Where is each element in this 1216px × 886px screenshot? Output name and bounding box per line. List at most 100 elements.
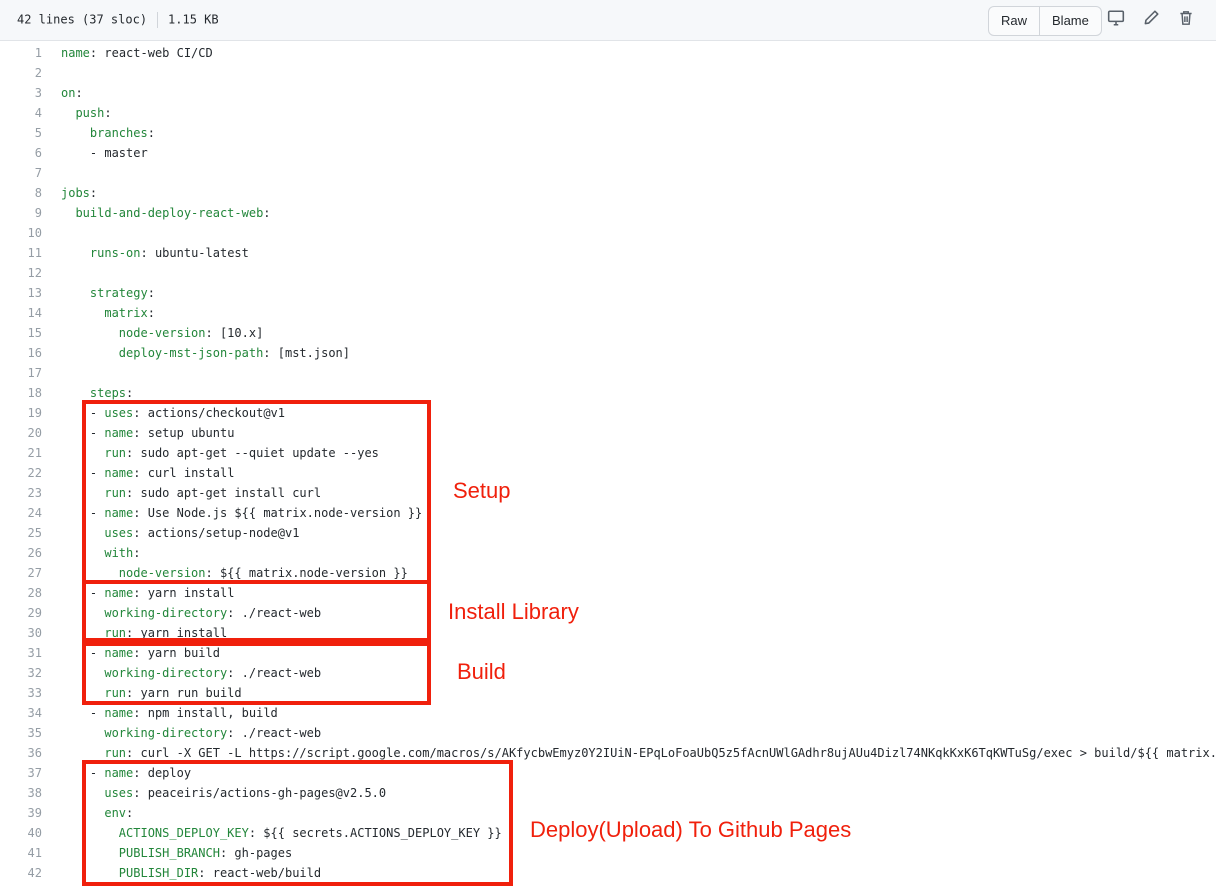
line-number[interactable]: 25 — [0, 523, 42, 543]
line-content: - name: npm install, build — [61, 703, 278, 723]
yaml-value: ./react-web — [234, 726, 322, 740]
line-number[interactable]: 6 — [0, 143, 42, 163]
raw-blame-group: Raw Blame — [988, 6, 1102, 36]
colon: : — [75, 86, 83, 100]
colon: : — [133, 706, 141, 720]
colon: : — [89, 186, 98, 200]
yaml-value: ubuntu-latest — [147, 246, 249, 260]
line-number[interactable]: 23 — [0, 483, 42, 503]
colon: : — [147, 306, 155, 320]
line-content: runs-on: ubuntu-latest — [61, 243, 249, 263]
line-number[interactable]: 2 — [0, 63, 42, 83]
file-meta: 42 lines (37 sloc) 1.15 KB — [17, 12, 219, 28]
yaml-key: run — [61, 746, 127, 760]
colon: : — [263, 206, 271, 220]
code-line: 7 — [0, 163, 1216, 183]
line-number[interactable]: 33 — [0, 683, 42, 703]
line-number[interactable]: 29 — [0, 603, 42, 623]
yaml-key: runs-on — [61, 246, 141, 260]
line-number[interactable]: 27 — [0, 563, 42, 583]
colon: : — [147, 286, 155, 300]
line-number[interactable]: 16 — [0, 343, 42, 363]
line-number[interactable]: 1 — [0, 43, 42, 63]
pencil-icon[interactable] — [1142, 9, 1162, 29]
line-number[interactable]: 38 — [0, 783, 42, 803]
line-number[interactable]: 18 — [0, 383, 42, 403]
blame-button[interactable]: Blame — [1039, 7, 1101, 35]
code-line: 14 matrix: — [0, 303, 1216, 323]
line-number[interactable]: 15 — [0, 323, 42, 343]
divider — [157, 12, 159, 28]
code-line: 2 — [0, 63, 1216, 83]
code-line: 17 — [0, 363, 1216, 383]
line-number[interactable]: 9 — [0, 203, 42, 223]
colon: : — [140, 246, 148, 260]
line-count: 42 lines (37 sloc) — [17, 12, 148, 27]
line-number[interactable]: 35 — [0, 723, 42, 743]
line-number[interactable]: 31 — [0, 643, 42, 663]
line-number[interactable]: 37 — [0, 763, 42, 783]
yaml-key: node-version — [61, 326, 206, 340]
code-line: 16 deploy-mst-json-path: [mst.json] — [0, 343, 1216, 363]
line-content: push: — [61, 103, 112, 123]
line-number[interactable]: 40 — [0, 823, 42, 843]
desktop-icon[interactable] — [1107, 9, 1127, 29]
line-number[interactable]: 28 — [0, 583, 42, 603]
yaml-key: working-directory — [61, 726, 228, 740]
line-number[interactable]: 30 — [0, 623, 42, 643]
list-dash: - — [61, 706, 105, 720]
line-number[interactable]: 8 — [0, 183, 42, 203]
install-library-annotation: Install Library — [448, 599, 579, 624]
code-line: 3 on: — [0, 83, 1216, 103]
line-content: - master — [61, 143, 148, 163]
line-number[interactable]: 42 — [0, 863, 42, 883]
line-number[interactable]: 20 — [0, 423, 42, 443]
line-content: deploy-mst-json-path: [mst.json] — [61, 343, 350, 363]
line-number[interactable]: 11 — [0, 243, 42, 263]
build-highlight-box — [82, 642, 431, 705]
yaml-key: build-and-deploy-react-web — [61, 206, 264, 220]
setup-annotation: Setup — [453, 478, 511, 503]
yaml-value: - master — [61, 146, 148, 160]
code-line: 9 build-and-deploy-react-web: — [0, 203, 1216, 223]
line-number[interactable]: 3 — [0, 83, 42, 103]
colon: : — [147, 126, 155, 140]
line-number[interactable]: 5 — [0, 123, 42, 143]
line-number[interactable]: 12 — [0, 263, 42, 283]
yaml-key: matrix — [61, 306, 148, 320]
line-content: build-and-deploy-react-web: — [61, 203, 271, 223]
raw-button[interactable]: Raw — [989, 7, 1039, 35]
line-number[interactable]: 39 — [0, 803, 42, 823]
line-number[interactable]: 26 — [0, 543, 42, 563]
code-line: 6 - master — [0, 143, 1216, 163]
yaml-value: curl -X GET -L https://script.google.com… — [133, 746, 1216, 760]
line-number[interactable]: 17 — [0, 363, 42, 383]
code-line: 1 name: react-web CI/CD — [0, 43, 1216, 63]
code-line: 8 jobs: — [0, 183, 1216, 203]
deploy-annotation: Deploy(Upload) To Github Pages — [530, 817, 852, 842]
build-annotation: Build — [457, 659, 506, 684]
trash-icon[interactable] — [1177, 9, 1197, 29]
code-line: 5 branches: — [0, 123, 1216, 143]
line-number[interactable]: 22 — [0, 463, 42, 483]
colon: : — [104, 106, 112, 120]
line-number[interactable]: 4 — [0, 103, 42, 123]
code-line: 12 — [0, 263, 1216, 283]
line-number[interactable]: 36 — [0, 743, 42, 763]
line-number[interactable]: 21 — [0, 443, 42, 463]
colon: : — [205, 326, 213, 340]
yaml-value: [10.x] — [212, 326, 264, 340]
line-number[interactable]: 14 — [0, 303, 42, 323]
line-number[interactable]: 24 — [0, 503, 42, 523]
line-number[interactable]: 7 — [0, 163, 42, 183]
line-number[interactable]: 34 — [0, 703, 42, 723]
line-number[interactable]: 41 — [0, 843, 42, 863]
yaml-value: [mst.json] — [270, 346, 351, 360]
line-number[interactable]: 32 — [0, 663, 42, 683]
yaml-key: steps — [61, 386, 127, 400]
line-number[interactable]: 19 — [0, 403, 42, 423]
line-number[interactable]: 10 — [0, 223, 42, 243]
yaml-key: strategy — [61, 286, 148, 300]
line-number[interactable]: 13 — [0, 283, 42, 303]
code-line: 15 node-version: [10.x] — [0, 323, 1216, 343]
